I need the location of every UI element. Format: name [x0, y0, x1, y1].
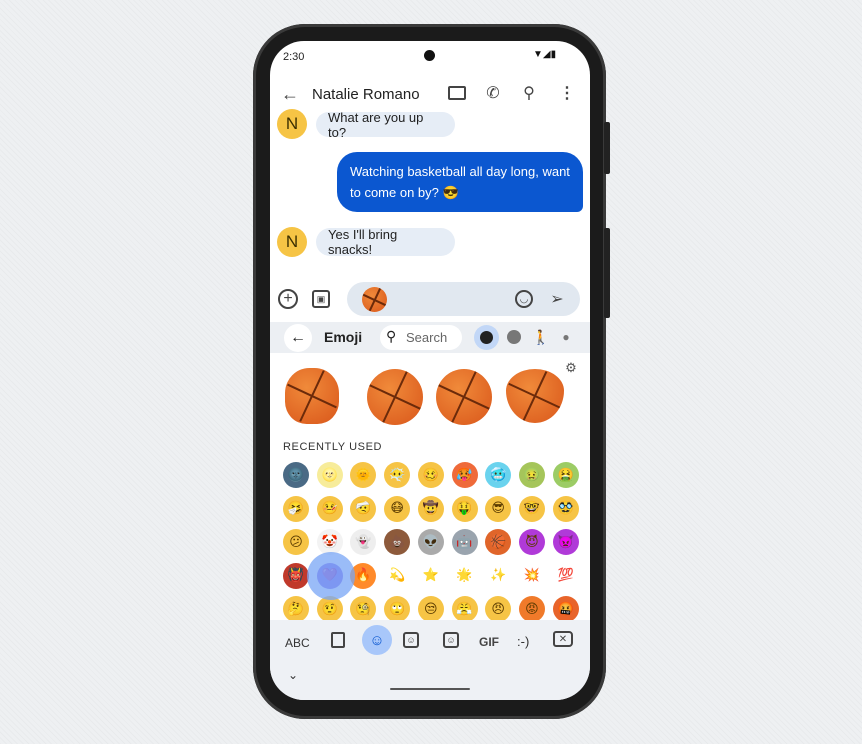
back-arrow-icon[interactable]: ← — [284, 324, 312, 352]
emoji-key[interactable]: 💩 — [384, 529, 411, 555]
collapse-chevron-icon[interactable]: ⌄ — [288, 668, 298, 682]
emoji-key[interactable]: 🤢 — [518, 462, 545, 488]
sticker-icon[interactable]: ☺ — [403, 632, 419, 648]
emoji-key[interactable]: 😠 — [485, 596, 512, 622]
back-arrow-icon[interactable]: ← — [280, 84, 300, 104]
sticker-ghost-basketball[interactable] — [285, 368, 339, 424]
power-button — [604, 122, 610, 174]
emoji-key[interactable]: 🤒 — [316, 495, 343, 522]
gif-button[interactable]: GIF — [479, 635, 499, 649]
emoji-key[interactable]: 🙄 — [384, 596, 411, 622]
emoji-key[interactable]: 🤑 — [451, 495, 478, 522]
emoji-key[interactable]: 🤕 — [350, 495, 377, 522]
message-text: Watching basketball all day long, want t… — [350, 164, 570, 200]
basketball-emoji — [362, 287, 387, 312]
emoji-key[interactable]: 😤 — [451, 596, 478, 622]
message-text: What are you up to? — [328, 109, 424, 140]
emoji-key[interactable]: 🤮 — [552, 462, 579, 488]
keyboard-bar: ABC ☺ ☺ ☺ GIF :-) ✕ ⌄ — [270, 620, 590, 700]
gear-icon[interactable]: ⚙ — [564, 360, 578, 375]
emoji-key[interactable]: 😷 — [384, 495, 411, 522]
backspace-icon[interactable]: ✕ — [553, 631, 573, 647]
status-time: 2:30 — [283, 51, 305, 63]
section-label: RECENTLY USED — [283, 441, 383, 453]
gallery-icon[interactable]: ▣ — [312, 290, 330, 308]
message-text: Yes I'll bring snacks! — [328, 227, 398, 257]
emoji-key[interactable]: 🤔 — [283, 596, 309, 622]
emoji-key[interactable]: 💯 — [552, 562, 579, 589]
video-call-icon[interactable] — [448, 86, 466, 100]
status-icons: ▼◢▮ — [533, 49, 557, 60]
emoji-key[interactable]: 🌟 — [451, 562, 478, 589]
emoji-key[interactable]: 🥶 — [485, 462, 512, 488]
send-icon[interactable]: ➢ — [546, 288, 568, 310]
emoji-key[interactable]: 😈 — [518, 529, 545, 555]
emoji-key[interactable]: 😡 — [518, 596, 545, 622]
phone-icon[interactable]: ✆ — [483, 83, 503, 103]
emoji-key[interactable]: 💥 — [518, 562, 545, 589]
emoji-key[interactable]: 🌚 — [283, 462, 309, 488]
emoji-key[interactable]: 😎 — [485, 495, 512, 522]
camera-cutout — [424, 50, 435, 61]
emoji-key[interactable]: 🧐 — [350, 596, 377, 622]
search-icon[interactable]: ⚲ — [519, 83, 539, 103]
message-received: What are you up to? — [316, 109, 455, 140]
emoji-key[interactable]: 🥸 — [552, 495, 579, 522]
avatar: N — [277, 227, 307, 257]
emoji-key[interactable]: 🤓 — [518, 495, 545, 522]
emoji-tab-button[interactable]: ☺ — [362, 625, 392, 655]
emoji-key[interactable]: 🤧 — [283, 495, 309, 522]
emoji-icon[interactable]: ◡ — [515, 290, 533, 308]
recent-category-tab[interactable] — [474, 325, 499, 350]
activities-category-tab[interactable]: ● — [558, 328, 574, 346]
people-category-tab[interactable]: 🚶 — [532, 328, 549, 346]
emoji-key[interactable]: 😒 — [417, 596, 444, 622]
screen: 2:30 ▼◢▮ ← Natalie Romano ✆ ⚲ ⋮ N What a… — [270, 41, 590, 700]
emoji-key[interactable]: 🥴 — [417, 462, 444, 488]
emoji-key[interactable]: 😕 — [283, 529, 309, 555]
message-received: Yes I'll bring snacks! — [316, 227, 455, 257]
emoji-key[interactable]: 🤬 — [552, 596, 579, 622]
emoji-key[interactable]: 💫 — [384, 562, 411, 589]
emoji-key[interactable]: 👹 — [283, 562, 309, 589]
message-sent: Watching basketball all day long, want t… — [337, 152, 583, 212]
emoji-key[interactable]: 👿 — [552, 529, 579, 555]
search-icon: ⚲ — [386, 328, 397, 344]
emoji-search-input[interactable]: ⚲ Search — [380, 325, 462, 350]
volume-button — [604, 228, 610, 318]
contact-name: Natalie Romano — [312, 86, 420, 103]
emoji-key[interactable]: 🥵 — [451, 462, 478, 488]
avatar: N — [277, 109, 307, 139]
emoji-key[interactable]: 👽 — [417, 529, 444, 555]
emoji-key[interactable]: 👻 — [350, 529, 377, 555]
add-icon[interactable]: + — [278, 289, 298, 309]
bitmoji-icon[interactable]: ☺ — [443, 632, 459, 648]
emoji-key[interactable]: 😶‍🌫️ — [384, 462, 411, 488]
abc-button[interactable]: ABC — [285, 636, 310, 650]
emoji-toolbar: ← Emoji ⚲ Search 🚶 ● — [270, 322, 590, 353]
more-options-icon[interactable]: ⋮ — [558, 83, 576, 103]
emoji-key[interactable]: ⭐ — [417, 562, 444, 589]
emoji-key[interactable]: 🤖 — [451, 529, 478, 555]
clock-icon — [480, 331, 493, 344]
smileys-category-tab[interactable] — [507, 330, 521, 344]
emoji-key[interactable]: 🌞 — [350, 462, 377, 488]
panel-title: Emoji — [324, 329, 363, 345]
sticker-frown-basketball[interactable] — [367, 369, 423, 425]
emoticon-button[interactable]: :-) — [517, 634, 529, 649]
sticker-pleading-basketball[interactable] — [436, 369, 492, 425]
emoji-key[interactable]: 🌝 — [316, 462, 343, 488]
emoji-key[interactable]: 🤠 — [417, 495, 444, 522]
emoji-key[interactable]: 🏀 — [485, 529, 512, 555]
selection-highlight — [307, 552, 355, 600]
sticker-heart-basketball[interactable] — [506, 369, 564, 423]
sticker-search-icon[interactable] — [331, 632, 345, 648]
message-input[interactable]: ◡ ➢ — [347, 282, 580, 316]
emoji-key[interactable]: ✨ — [485, 562, 512, 589]
search-placeholder: Search — [406, 330, 448, 345]
home-indicator[interactable] — [390, 688, 470, 690]
